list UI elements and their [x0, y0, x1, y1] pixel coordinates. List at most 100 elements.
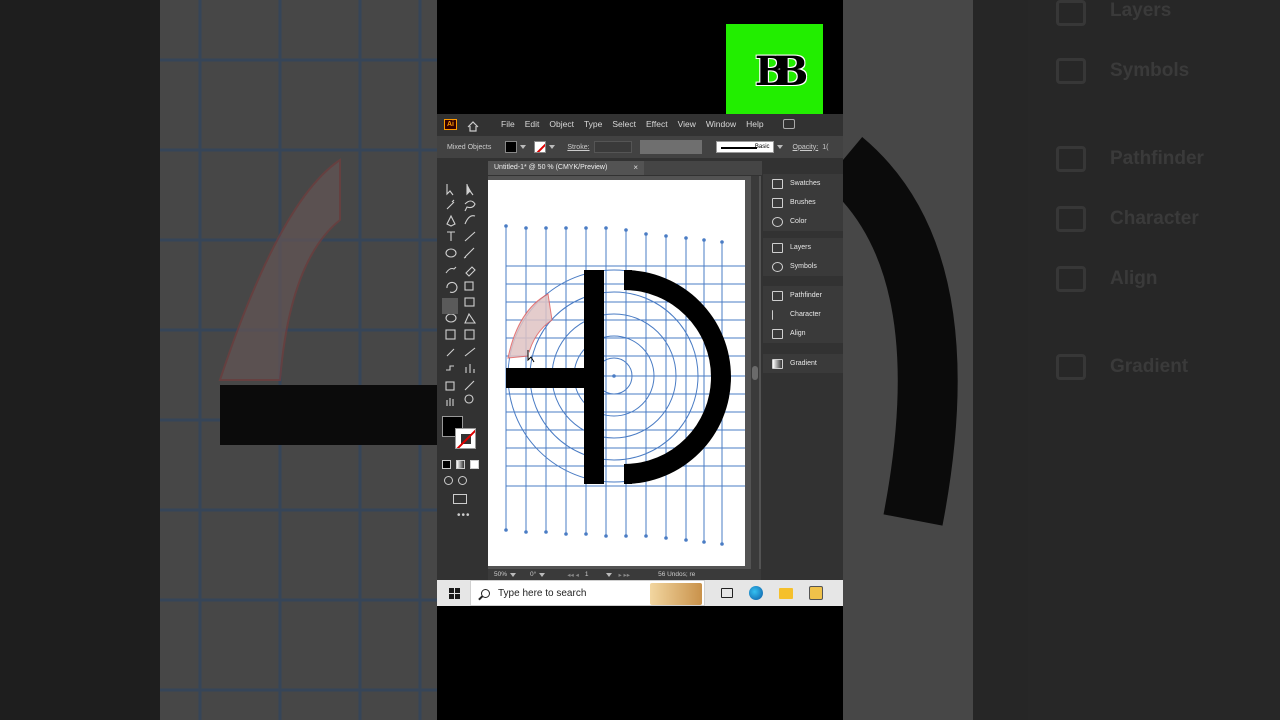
stroke-weight-field[interactable]: [593, 141, 632, 153]
windows-start-icon[interactable]: [449, 587, 460, 599]
selection-tool-icon: [446, 184, 454, 196]
panel-brushes[interactable]: Brushes: [763, 193, 843, 212]
panel-group-layers: Layers Symbols: [763, 238, 843, 276]
eyedropper-tool-icon: [446, 348, 455, 357]
brush-dropdown-icon[interactable]: [776, 145, 783, 149]
direct-selection-tool-icon: [466, 184, 474, 196]
panel-gradient[interactable]: Gradient: [763, 354, 843, 373]
lasso-tool-icon: [464, 200, 476, 212]
panel-group-pathfinder: Pathfinder Character Align: [763, 286, 843, 343]
opacity-label[interactable]: Opacity:: [793, 144, 819, 151]
edit-toolbar-icon[interactable]: •••: [457, 510, 471, 521]
zoom-level[interactable]: 50%: [494, 571, 507, 578]
panel-symbols[interactable]: Symbols: [763, 257, 843, 276]
fill-dropdown-icon[interactable]: [520, 145, 527, 149]
workspace-switcher-icon[interactable]: [782, 119, 795, 129]
stroke-label[interactable]: Stroke:: [567, 144, 589, 151]
panel-character[interactable]: Character: [763, 305, 843, 324]
variable-width-field[interactable]: [639, 140, 702, 154]
artboard[interactable]: [488, 180, 745, 566]
undo-count: 56 Undos; re: [658, 571, 696, 578]
stroke-swatch[interactable]: [455, 428, 476, 449]
panels-dock: Swatches Brushes Color Layers Symbols Pa…: [763, 170, 843, 580]
edge-browser-icon[interactable]: [749, 586, 763, 600]
gradient-icon: [772, 358, 783, 369]
menu-type[interactable]: Type: [579, 119, 607, 129]
gradient-button[interactable]: [456, 460, 465, 469]
menu-window[interactable]: Window: [701, 119, 741, 129]
artboard-number[interactable]: 1: [585, 571, 589, 578]
scroll-thumb[interactable]: [752, 366, 758, 380]
rotate-tool-icon: [446, 281, 458, 293]
menu-object[interactable]: Object: [544, 119, 579, 129]
zoom-dropdown-icon[interactable]: [510, 572, 517, 577]
free-transform-tool-icon: [464, 297, 475, 307]
panel-pathfinder[interactable]: Pathfinder: [763, 286, 843, 305]
vertical-scrollbar[interactable]: [751, 176, 759, 570]
artboard-nav-prev-icon[interactable]: ◂◂ ◂: [567, 571, 579, 579]
close-tab-icon[interactable]: ×: [633, 163, 638, 172]
control-bar: Mixed Objects Stroke: Basic Opacity: 1(: [437, 136, 843, 158]
rotation-value[interactable]: 0°: [530, 571, 536, 578]
search-placeholder: Type here to search: [498, 587, 587, 599]
type-tool-icon: [447, 231, 455, 241]
brush-definition-field[interactable]: Basic: [715, 141, 774, 153]
store-icon[interactable]: [809, 586, 823, 600]
file-explorer-icon[interactable]: [779, 587, 793, 599]
shaper-tool-icon: [445, 266, 457, 274]
draw-behind-icon[interactable]: [458, 476, 467, 485]
color-button[interactable]: [442, 460, 451, 469]
blend-tool-icon: [446, 365, 454, 371]
artboard-nav-next-icon[interactable]: ▸ ▸▸: [618, 571, 630, 579]
draw-normal-icon[interactable]: [444, 476, 453, 485]
stroke-color-swatch[interactable]: [534, 141, 547, 153]
opacity-value[interactable]: 1(: [822, 144, 828, 151]
panel-group-gradient: Gradient: [763, 354, 843, 373]
fill-color-swatch[interactable]: [505, 141, 518, 153]
tools-panel: •••: [441, 178, 483, 538]
panel-color[interactable]: Color: [763, 212, 843, 231]
document-tab[interactable]: Untitled-1* @ 50 % (CMYK/Preview) ×: [488, 161, 644, 175]
paintbrush-tool-icon: [463, 247, 475, 259]
app-logo-icon: Ai: [444, 118, 457, 130]
brush-name: Basic: [754, 144, 770, 150]
home-icon[interactable]: [467, 119, 479, 132]
menu-effect[interactable]: Effect: [641, 119, 673, 129]
artboard-dropdown-icon[interactable]: [606, 572, 613, 577]
scale-tool-icon: [464, 281, 474, 291]
align-icon: [772, 328, 783, 339]
screen-mode-icon[interactable]: [453, 494, 467, 504]
menu-help[interactable]: Help: [741, 119, 768, 129]
panel-align[interactable]: Align: [763, 324, 843, 343]
rotation-dropdown-icon[interactable]: [539, 572, 546, 577]
shape-builder-tool-icon: [445, 313, 457, 323]
panel-swatches[interactable]: Swatches: [763, 174, 843, 193]
status-bar: 50% 0° ◂◂ ◂ 1 ▸ ▸▸ 56 Undos; re: [488, 569, 761, 580]
logo-text: BB: [754, 48, 808, 95]
video-frame: Layers Symbols Pathfinder Character Alig…: [0, 0, 1280, 720]
menu-file[interactable]: File: [496, 119, 520, 129]
artwork[interactable]: [488, 180, 745, 566]
menu-edit[interactable]: Edit: [520, 119, 545, 129]
highlighted-region[interactable]: [507, 293, 553, 359]
taskbar-search[interactable]: Type here to search: [470, 580, 705, 606]
active-tool-shape-builder[interactable]: [442, 298, 458, 314]
character-icon: [772, 309, 783, 320]
document-title: Untitled-1* @ 50 % (CMYK/Preview): [494, 164, 608, 171]
layers-icon: [772, 242, 783, 253]
none-button[interactable]: [470, 460, 479, 469]
color-icon: [772, 216, 783, 227]
panel-symbols-label: Symbols: [790, 263, 817, 270]
menu-view[interactable]: View: [673, 119, 701, 129]
stroke-dropdown-icon[interactable]: [549, 145, 556, 149]
task-view-icon[interactable]: [721, 588, 733, 598]
selection-type-label: Mixed Objects: [447, 143, 492, 151]
menu-select[interactable]: Select: [607, 119, 641, 129]
curvature-tool-icon: [464, 215, 476, 225]
panel-align-label: Align: [790, 330, 806, 337]
panel-layers[interactable]: Layers: [763, 238, 843, 257]
brushes-icon: [772, 197, 783, 208]
zoom-tool-icon: [464, 394, 474, 404]
menu-items: File Edit Object Type Select Effect View…: [496, 119, 769, 129]
gradient-tool-icon: [464, 329, 475, 340]
